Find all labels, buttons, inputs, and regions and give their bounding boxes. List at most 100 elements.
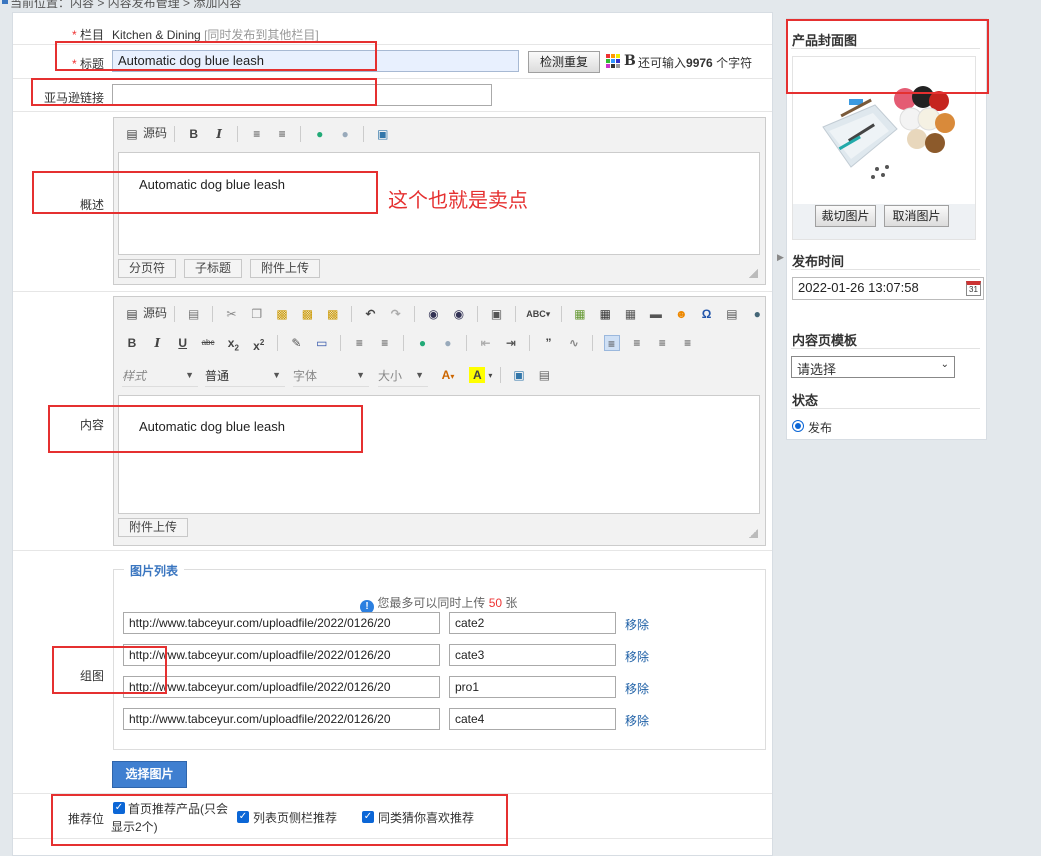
remove-link[interactable]: 移除 <box>625 648 649 665</box>
gallery-url-input[interactable]: http://www.tabceyur.com/uploadfile/2022/… <box>123 612 440 634</box>
page-break-button[interactable]: 分页符 <box>118 259 176 278</box>
italic-icon[interactable]: I <box>149 335 165 351</box>
table-icon[interactable]: ▦ <box>623 306 639 322</box>
content-source-button[interactable]: 源码 <box>143 306 167 320</box>
align-center-icon[interactable]: ≡ <box>629 335 645 351</box>
paste-word-icon[interactable]: ▩ <box>325 306 341 322</box>
bold-icon[interactable]: B <box>124 335 140 351</box>
eraser-icon[interactable]: ▭ <box>314 335 330 351</box>
page-break-icon[interactable]: ▤ <box>724 306 740 322</box>
resize-handle[interactable] <box>748 268 758 278</box>
publish-time-input[interactable]: 2022-01-26 13:07:58 <box>792 277 984 300</box>
bg-color-icon[interactable]: A <box>469 367 486 383</box>
gallery-url-input[interactable]: http://www.tabceyur.com/uploadfile/2022/… <box>123 708 440 730</box>
italic-icon[interactable]: I <box>211 126 227 142</box>
bullet-list-icon[interactable]: ≡ <box>377 335 393 351</box>
preview-icon[interactable]: ▤ <box>536 367 552 383</box>
status-publish-radio[interactable] <box>792 420 804 432</box>
row-divider <box>13 793 772 794</box>
cover-image[interactable] <box>793 57 975 204</box>
link-icon[interactable]: ● <box>414 335 430 351</box>
format-select[interactable]: 普通 ▼ <box>205 367 285 387</box>
underline-icon[interactable]: U <box>175 335 191 351</box>
paste-icon[interactable]: ▩ <box>274 306 290 322</box>
format-brush-icon[interactable]: ✎ <box>288 335 304 351</box>
align-left-icon[interactable]: ≡ <box>603 335 620 351</box>
flash-icon[interactable]: ▦ <box>597 306 613 322</box>
find-icon[interactable]: ◉ <box>425 306 441 322</box>
subtitle-button[interactable]: 子标题 <box>184 259 242 278</box>
superscript-icon[interactable]: x2 <box>251 335 267 353</box>
image-icon[interactable]: ▦ <box>572 306 588 322</box>
resize-handle[interactable] <box>748 528 758 538</box>
gallery-url-input[interactable]: http://www.tabceyur.com/uploadfile/2022/… <box>123 676 440 698</box>
summary-text: Automatic dog blue leash <box>139 177 285 192</box>
link-icon[interactable]: ● <box>312 126 328 142</box>
spellcheck-icon[interactable]: ABC▾ <box>526 306 550 322</box>
title-label: * 标题 <box>71 57 104 71</box>
document-icon[interactable]: ▤ <box>186 306 202 322</box>
content-attach-button[interactable]: 附件上传 <box>118 518 188 537</box>
row-divider <box>13 838 772 839</box>
strikethrough-icon[interactable]: abc <box>200 335 216 351</box>
undo-icon[interactable]: ↶ <box>362 306 378 322</box>
unlink-icon[interactable]: ● <box>337 126 353 142</box>
align-justify-icon[interactable]: ≡ <box>680 335 696 351</box>
unlink-icon[interactable]: ● <box>440 335 456 351</box>
remove-link[interactable]: 移除 <box>625 680 649 697</box>
remaining-chars: 还可输入9976 个字符 <box>638 56 753 70</box>
bold-icon[interactable]: B <box>186 126 202 142</box>
check-duplicate-button[interactable]: 检测重复 <box>528 51 600 73</box>
homepage-recommend-checkbox[interactable]: ✓ <box>113 802 125 814</box>
div-icon[interactable]: ∿ <box>566 335 582 351</box>
multi-category-link[interactable]: [同时发布到其他栏目] <box>204 28 319 42</box>
gallery-name-input[interactable]: cate3 <box>449 644 616 666</box>
ordered-list-icon[interactable]: ≡ <box>249 126 265 142</box>
cancel-image-button[interactable]: 取消图片 <box>884 205 949 227</box>
align-right-icon[interactable]: ≡ <box>654 335 670 351</box>
font-select[interactable]: 字体 ▼ <box>293 367 369 387</box>
select-images-button[interactable]: 选择图片 <box>112 761 187 788</box>
summary-source-button[interactable]: 源码 <box>143 126 167 140</box>
subscript-icon[interactable]: x2 <box>225 335 241 352</box>
select-all-icon[interactable]: ▣ <box>489 306 505 322</box>
maximize-icon[interactable]: ▣ <box>375 126 391 142</box>
gallery-name-input[interactable]: cate2 <box>449 612 616 634</box>
special-char-icon[interactable]: Ω <box>699 306 715 322</box>
replace-icon[interactable]: ◉ <box>451 306 467 322</box>
copy-icon[interactable]: ❐ <box>249 306 265 322</box>
similar-recommend-checkbox[interactable]: ✓ <box>362 811 374 823</box>
bold-title-icon[interactable]: B <box>624 53 636 69</box>
bullet-list-icon[interactable]: ≡ <box>274 126 290 142</box>
outdent-icon[interactable]: ⇤ <box>478 335 494 351</box>
smiley-icon[interactable]: ☻ <box>673 306 689 322</box>
collapse-sidebar-icon[interactable]: ▶ <box>777 252 784 263</box>
ordered-list-icon[interactable]: ≡ <box>351 335 367 351</box>
style-select[interactable]: 样式 ▼ <box>122 367 198 387</box>
row-divider <box>13 44 772 45</box>
remove-link[interactable]: 移除 <box>625 712 649 729</box>
content-text-area[interactable]: Automatic dog blue leash <box>118 395 760 514</box>
template-select[interactable]: 请选择 ⌄ <box>791 356 955 378</box>
crop-image-button[interactable]: 裁切图片 <box>815 205 876 227</box>
remove-link[interactable]: 移除 <box>625 616 649 633</box>
cut-icon[interactable]: ✂ <box>223 306 239 322</box>
text-color-icon[interactable]: A▾ <box>436 367 460 383</box>
gallery-name-input[interactable]: pro1 <box>449 676 616 698</box>
gallery-url-input[interactable]: http://www.tabceyur.com/uploadfile/2022/… <box>123 644 440 666</box>
color-picker-icon[interactable] <box>606 54 620 68</box>
summary-attach-button[interactable]: 附件上传 <box>250 259 320 278</box>
amazon-link-input[interactable] <box>112 84 492 106</box>
horizontal-rule-icon[interactable]: ▬ <box>648 306 664 322</box>
paste-text-icon[interactable]: ▩ <box>299 306 315 322</box>
gallery-name-input[interactable]: cate4 <box>449 708 616 730</box>
maximize-icon[interactable]: ▣ <box>511 367 527 383</box>
calendar-icon[interactable]: 31 <box>966 281 981 296</box>
size-select[interactable]: 大小 ▼ <box>378 367 428 387</box>
title-input[interactable]: Automatic dog blue leash <box>112 50 519 72</box>
blockquote-icon[interactable]: ” <box>541 335 557 351</box>
iframe-icon[interactable]: ● <box>749 306 765 322</box>
indent-icon[interactable]: ⇥ <box>503 335 519 351</box>
list-sidebar-recommend-checkbox[interactable]: ✓ <box>237 811 249 823</box>
redo-icon[interactable]: ↷ <box>388 306 404 322</box>
